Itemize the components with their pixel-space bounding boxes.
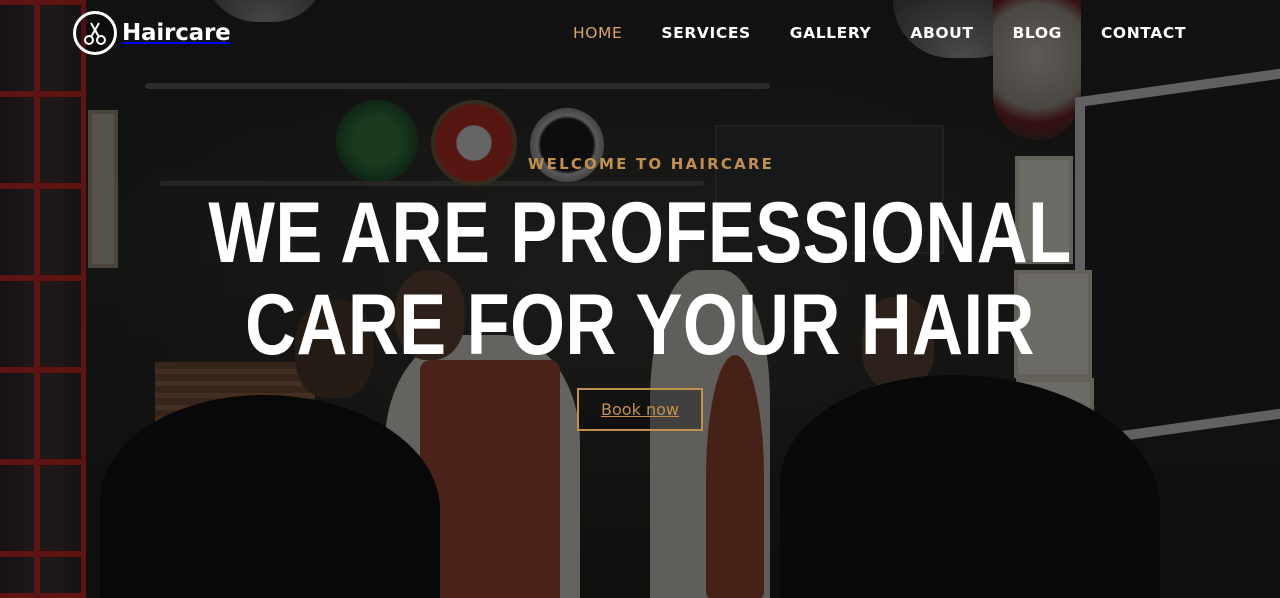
nav-home[interactable]: HOME xyxy=(573,24,622,42)
nav-about[interactable]: ABOUT xyxy=(910,24,973,42)
brand-logo[interactable]: Haircare xyxy=(73,9,231,57)
hero-headline: WE ARE PROFESSIONAL CARE FOR YOUR HAIR xyxy=(208,185,1072,373)
nav-blog[interactable]: BLOG xyxy=(1013,24,1062,42)
main-nav: HOME SERVICES GALLERY ABOUT BLOG CONTACT xyxy=(534,20,1280,46)
nav-gallery[interactable]: GALLERY xyxy=(790,24,872,42)
hero-section: Haircare HOME SERVICES GALLERY ABOUT BLO… xyxy=(0,0,1280,598)
brand-name: Haircare xyxy=(122,20,231,46)
nav-contact[interactable]: CONTACT xyxy=(1101,24,1186,42)
book-now-button[interactable]: Book now xyxy=(577,388,703,431)
hero-content: WELCOME TO HAIRCARE WE ARE PROFESSIONAL … xyxy=(0,155,1280,371)
hero-eyebrow: WELCOME TO HAIRCARE xyxy=(527,155,775,173)
scissors-icon xyxy=(73,11,117,55)
nav-services[interactable]: SERVICES xyxy=(661,24,750,42)
